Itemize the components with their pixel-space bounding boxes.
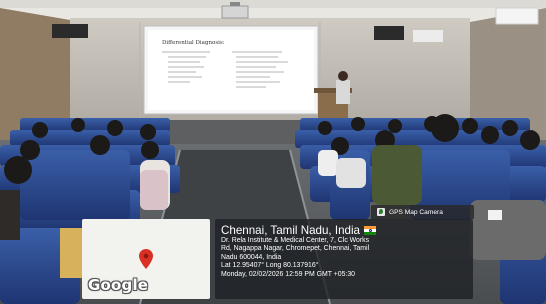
map-pin-icon (139, 249, 153, 269)
lecture-hall-photo-scene: Differential Diagnosis: Google GPS Map C… (0, 0, 546, 304)
datetime-text: Monday, 02/02/2026 12:59 PM GMT +05:30 (221, 270, 356, 278)
badge-label: GPS Map Camera (389, 208, 443, 216)
map-thumbnail[interactable]: Google (82, 219, 210, 299)
india-flag-icon (364, 226, 376, 235)
map-camera-icon (377, 208, 385, 216)
location-info-panel: Chennai, Tamil Nadu, India Dr. Rela Inst… (215, 219, 473, 299)
address-line-1: Dr. Rela Institute & Medical Center, 7, … (221, 237, 370, 244)
coordinates-text: Lat 12.95407° Long 80.137916° (221, 262, 319, 270)
address-line-2: Rd, Nagappa Nagar, Chromepet, Chennai, T… (221, 245, 370, 253)
location-title: Chennai, Tamil Nadu, India (221, 224, 360, 237)
address-line-3: Nadu 600044, India (221, 253, 282, 261)
svg-text:Differential Diagnosis:: Differential Diagnosis: (162, 40, 225, 46)
gps-map-camera-badge: GPS Map Camera (371, 205, 474, 219)
map-provider-logo: Google (88, 276, 149, 294)
location-title-row: Chennai, Tamil Nadu, India (221, 224, 467, 237)
